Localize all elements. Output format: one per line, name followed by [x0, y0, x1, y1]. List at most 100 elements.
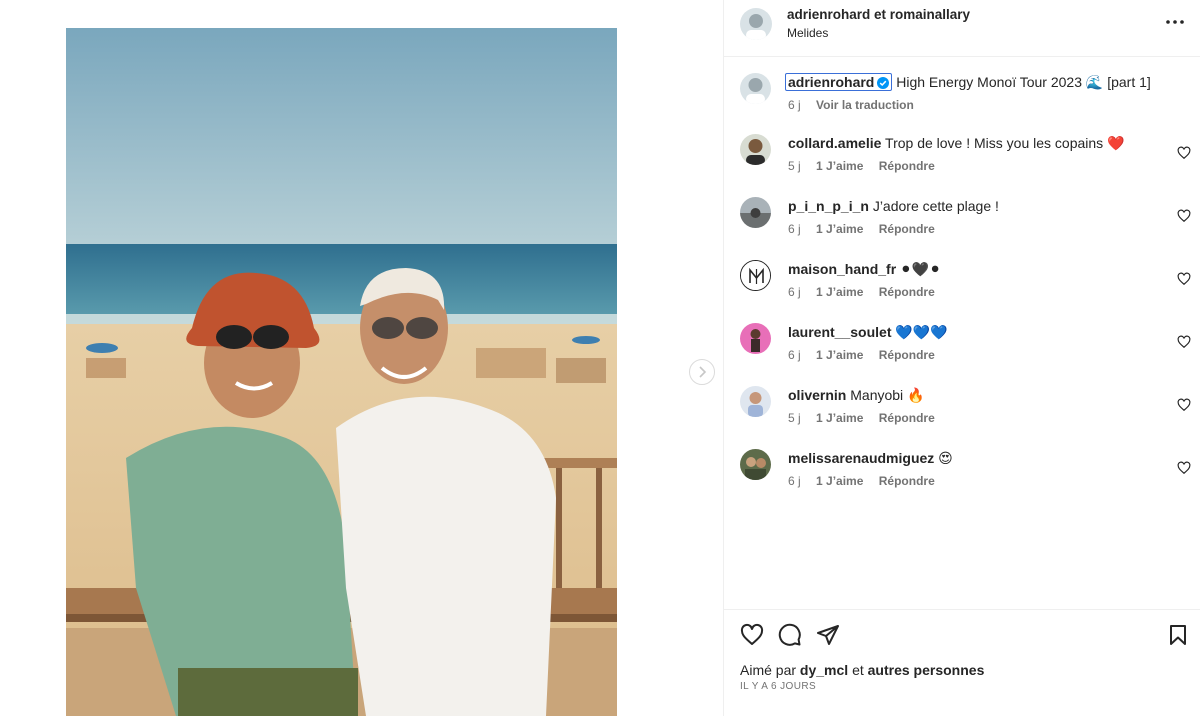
heart-icon[interactable]	[1177, 461, 1191, 475]
comment-time[interactable]: 6 j	[788, 285, 801, 299]
comment-username[interactable]: maison_hand_fr	[788, 261, 896, 277]
liked-by-user[interactable]: dy_mcl	[800, 662, 848, 678]
caption-line: adrienrohard High Energy Monoï Tour 2023…	[785, 73, 1151, 91]
post-photo[interactable]	[66, 28, 617, 716]
heart-icon[interactable]	[1177, 335, 1191, 349]
verified-badge-icon	[877, 77, 890, 89]
comment-likes[interactable]: 1 J’aime	[816, 222, 863, 236]
comment-line: melissarenaudmiguez 😍	[788, 449, 953, 467]
comment-likes[interactable]: 1 J’aime	[816, 159, 863, 173]
liked-by: Aimé par dy_mcl et autres personnes	[740, 662, 984, 678]
comment-text: J’adore cette plage !	[872, 198, 999, 214]
avatar-image	[740, 73, 771, 104]
comment-item: melissarenaudmiguez 😍 6 j 1 J’aime Répon…	[724, 449, 1200, 509]
avatar[interactable]	[740, 8, 772, 40]
comment-meta: 6 j 1 J’aime Répondre	[788, 222, 947, 236]
avatar-image	[740, 134, 771, 165]
avatar[interactable]	[740, 449, 771, 480]
liked-by-prefix: Aimé par	[740, 662, 797, 678]
paper-plane-icon[interactable]	[816, 623, 840, 647]
comment-text: 💙💙💙	[895, 324, 948, 340]
comment-meta: 6 j 1 J’aime Répondre	[788, 285, 947, 299]
comment-likes[interactable]: 1 J’aime	[816, 348, 863, 362]
avatar[interactable]	[740, 73, 771, 104]
heart-icon[interactable]	[740, 623, 764, 647]
liked-by-others[interactable]: autres personnes	[868, 662, 985, 678]
next-media-button[interactable]	[689, 359, 715, 385]
comment-time[interactable]: 6 j	[788, 222, 801, 236]
reply-button[interactable]: Répondre	[879, 159, 935, 173]
comment-item: laurent__soulet 💙💙💙 6 j 1 J’aime Répondr…	[724, 323, 1200, 383]
caption-text: High Energy Monoï Tour 2023 🌊 [part 1]	[896, 74, 1151, 90]
heart-icon[interactable]	[1177, 209, 1191, 223]
avatar-image	[740, 323, 771, 354]
brand-logo-avatar	[741, 261, 770, 290]
comment-line: laurent__soulet 💙💙💙	[788, 323, 948, 341]
bookmark-icon[interactable]	[1166, 623, 1190, 647]
comment-meta: 5 j 1 J’aime Répondre	[788, 159, 947, 173]
comment-time[interactable]: 5 j	[788, 411, 801, 425]
comment-icon[interactable]	[778, 623, 802, 647]
comment-username[interactable]: laurent__soulet	[788, 324, 891, 340]
heart-icon[interactable]	[1177, 272, 1191, 286]
avatar[interactable]	[740, 386, 771, 417]
post-location[interactable]: Melides	[787, 26, 828, 40]
avatar[interactable]	[740, 134, 771, 165]
caption-time[interactable]: 6 j	[788, 98, 801, 112]
comment-text: Manyobi 🔥	[850, 387, 925, 403]
comment-item: collard.amelie Trop de love ! Miss you l…	[724, 134, 1200, 194]
avatar[interactable]	[740, 197, 771, 228]
comment-text: Trop de love ! Miss you les copains ❤️	[885, 135, 1125, 151]
avatar-image	[740, 386, 771, 417]
reply-button[interactable]: Répondre	[879, 474, 935, 488]
reply-button[interactable]: Répondre	[879, 411, 935, 425]
caption-username[interactable]: adrienrohard	[788, 74, 874, 90]
avatar-image	[740, 8, 772, 40]
avatar-image	[740, 449, 771, 480]
liked-by-joiner: et	[852, 662, 864, 678]
post-time[interactable]: IL Y A 6 JOURS	[740, 681, 816, 692]
avatar[interactable]	[740, 323, 771, 354]
comment-time[interactable]: 5 j	[788, 159, 801, 173]
heart-icon[interactable]	[1177, 146, 1191, 160]
heart-icon[interactable]	[1177, 398, 1191, 412]
comment-line: p_i_n_p_i_n J’adore cette plage !	[788, 197, 999, 215]
caption-username-focus[interactable]: adrienrohard	[785, 73, 893, 91]
reply-button[interactable]: Répondre	[879, 222, 935, 236]
reply-button[interactable]: Répondre	[879, 348, 935, 362]
comment-username[interactable]: melissarenaudmiguez	[788, 450, 934, 466]
comment-likes[interactable]: 1 J’aime	[816, 285, 863, 299]
comment-text: ⚫🖤⚫	[900, 261, 941, 277]
more-horizontal-icon	[1166, 20, 1184, 24]
comment-username[interactable]: collard.amelie	[788, 135, 881, 151]
beach-photo-illustration	[66, 28, 617, 716]
media-area	[0, 0, 723, 716]
chevron-right-icon	[699, 366, 707, 378]
comment-likes[interactable]: 1 J’aime	[816, 411, 863, 425]
post-authors[interactable]: adrienrohard et romainallary	[787, 7, 970, 22]
comment-meta: 6 j 1 J’aime Répondre	[788, 348, 947, 362]
comment-meta: 5 j 1 J’aime Répondre	[788, 411, 947, 425]
comment-text: 😍	[938, 450, 953, 466]
comment-username[interactable]: p_i_n_p_i_n	[788, 198, 869, 214]
translate-link[interactable]: Voir la traduction	[816, 98, 914, 112]
comment-line: maison_hand_fr ⚫🖤⚫	[788, 260, 941, 278]
comments-list[interactable]: adrienrohard High Energy Monoï Tour 2023…	[724, 57, 1200, 609]
avatar[interactable]	[740, 260, 771, 291]
comment-time[interactable]: 6 j	[788, 348, 801, 362]
comment-time[interactable]: 6 j	[788, 474, 801, 488]
reply-button[interactable]: Répondre	[879, 285, 935, 299]
caption-meta: 6 j Voir la traduction	[788, 98, 926, 112]
comment-line: collard.amelie Trop de love ! Miss you l…	[788, 134, 1125, 152]
comment-item: p_i_n_p_i_n J’adore cette plage ! 6 j 1 …	[724, 197, 1200, 257]
comment-likes[interactable]: 1 J’aime	[816, 474, 863, 488]
post-header: adrienrohard et romainallary Melides	[724, 0, 1200, 57]
more-options-button[interactable]	[1163, 12, 1187, 32]
caption: adrienrohard High Energy Monoï Tour 2023…	[724, 73, 1200, 133]
comment-item: maison_hand_fr ⚫🖤⚫ 6 j 1 J’aime Répondre	[724, 260, 1200, 320]
comment-username[interactable]: olivernin	[788, 387, 846, 403]
comment-line: olivernin Manyobi 🔥	[788, 386, 925, 404]
comment-item: olivernin Manyobi 🔥 5 j 1 J’aime Répondr…	[724, 386, 1200, 446]
avatar-image	[740, 197, 771, 228]
post-side-panel: adrienrohard et romainallary Melides adr…	[723, 0, 1200, 716]
